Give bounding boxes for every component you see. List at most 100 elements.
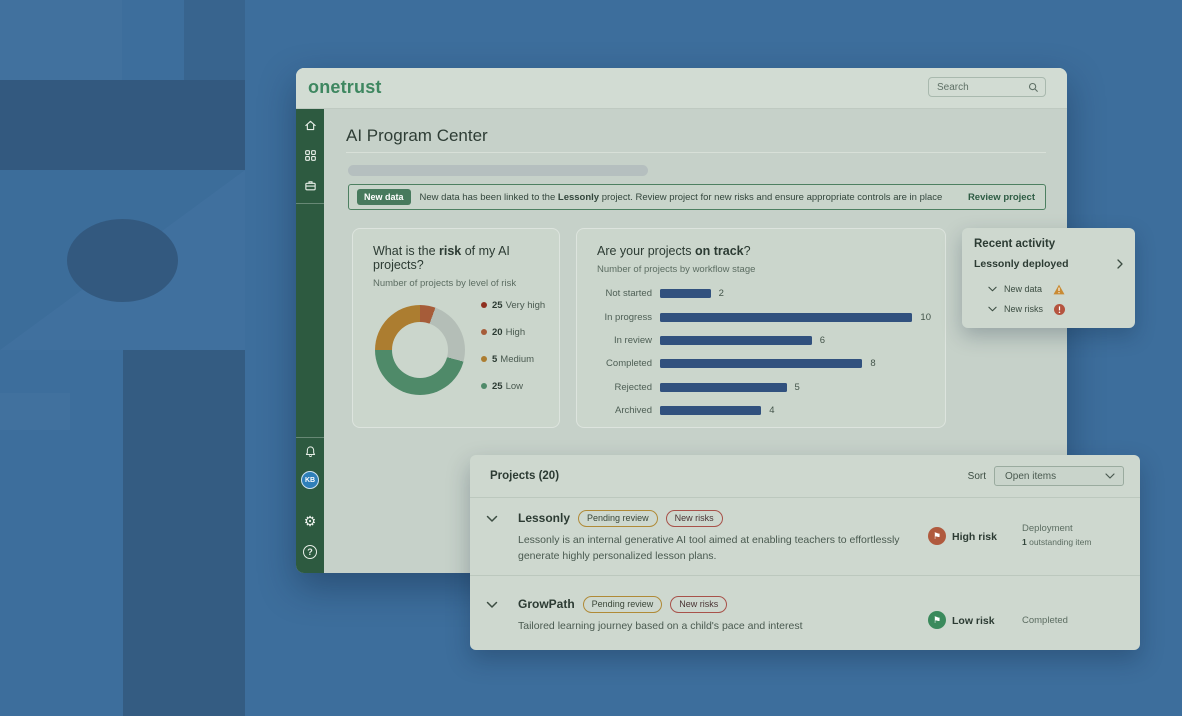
stage-block: Completed [1022, 615, 1068, 626]
banner-project-name: Lessonly [558, 192, 599, 203]
recent-activity-headline[interactable]: Lessonly deployed [974, 258, 1123, 270]
legend-item: 25Very high [481, 299, 545, 311]
risk-label: Low risk [952, 615, 995, 627]
recent-activity-title: Recent activity [974, 238, 1123, 250]
onetrust-logo: onetrust [308, 77, 382, 98]
loading-placeholder-bar [348, 165, 648, 176]
grid-icon [304, 149, 317, 162]
chevron-down-icon [988, 306, 997, 312]
track-chart-title: Are your projects on track? [597, 244, 925, 258]
bar-row: In progress10 [597, 305, 931, 328]
background-rect-dark [0, 80, 245, 170]
sort-dropdown[interactable]: Open items [994, 466, 1124, 486]
risk-legend: 25Very high 20High 5Medium 25Low [481, 299, 545, 407]
risk-chart-subtitle: Number of projects by level of risk [373, 278, 539, 289]
bar-row: In review6 [597, 329, 931, 352]
legend-item: 20High [481, 326, 545, 338]
chevron-down-icon [1105, 473, 1115, 479]
bar-row: Archived4 [597, 399, 931, 422]
bar-row: Completed8 [597, 352, 931, 375]
track-chart-card: Are your projects on track? Number of pr… [576, 228, 946, 428]
gear-icon: ⚙ [304, 514, 317, 528]
legend-item: 5Medium [481, 353, 545, 365]
stage-detail: 1 outstanding item [1022, 537, 1091, 547]
user-avatar[interactable]: KB [301, 471, 319, 489]
sidebar: KB ⚙ ? [296, 109, 324, 573]
bar [660, 336, 812, 345]
sidebar-item-settings[interactable]: ⚙ [296, 513, 324, 529]
project-description: Tailored learning journey based on a chi… [518, 618, 918, 634]
risk-legend-dot [481, 383, 487, 389]
background-ellipse [67, 219, 178, 302]
chevron-right-icon [1117, 259, 1123, 269]
project-description: Lessonly is an internal generative AI to… [518, 532, 918, 565]
risk-legend-dot [481, 302, 487, 308]
banner-badge: New data [357, 189, 411, 205]
sidebar-divider-top [296, 203, 324, 204]
sidebar-item-apps[interactable] [296, 147, 324, 163]
search-input[interactable] [937, 82, 1028, 93]
projects-title: Projects (20) [490, 470, 559, 482]
sidebar-item-projects[interactable] [296, 177, 324, 193]
high-risk-flag-icon: ⚑ [928, 527, 946, 545]
notification-banner: New data New data has been linked to the… [348, 184, 1046, 210]
status-badge-new-risks: New risks [666, 510, 723, 527]
expand-chevron-icon[interactable] [486, 515, 498, 523]
bar [660, 359, 862, 368]
avatar-initials: KB [305, 477, 315, 484]
background-band-dark [184, 0, 245, 80]
risk-legend-dot [481, 329, 487, 335]
risk-chart-card: What is the risk of my AI projects? Numb… [352, 228, 560, 428]
project-row-growpath: GrowPath Pending review New risks Tailored… [470, 575, 1140, 650]
project-row-lessonly: Lessonly Pending review New risks Lessonly… [470, 497, 1140, 575]
error-icon [1054, 304, 1065, 315]
projects-card: Projects (20) Sort Open items Lessonly Pe… [470, 455, 1140, 650]
track-bar-chart: Not started2 In progress10 In review6 Co… [597, 282, 931, 422]
title-divider [346, 152, 1046, 153]
stage-name: Completed [1022, 615, 1068, 626]
sidebar-divider-bottom [296, 437, 324, 438]
projects-header: Projects (20) Sort Open items [470, 455, 1140, 497]
background-column-dark [123, 350, 245, 716]
recent-activity-card: Recent activity Lessonly deployed New da… [962, 228, 1135, 328]
sidebar-item-help[interactable]: ? [296, 544, 324, 560]
sort-label: Sort [968, 471, 986, 482]
warning-icon [1053, 284, 1065, 295]
review-project-link[interactable]: Review project [968, 192, 1035, 203]
window-header: onetrust [296, 68, 1067, 109]
bar [660, 406, 761, 415]
banner-text: New data has been linked to the Lessonly… [420, 192, 943, 203]
status-badge-pending-review: Pending review [583, 596, 663, 613]
project-name: Lessonly [518, 511, 570, 525]
sidebar-item-notifications[interactable] [296, 444, 324, 460]
activity-item-new-data[interactable]: New data [988, 282, 1065, 296]
search-box[interactable] [928, 77, 1046, 97]
track-chart-subtitle: Number of projects by workflow stage [597, 264, 925, 275]
background-band-light [0, 0, 122, 80]
project-name: GrowPath [518, 597, 575, 611]
bar [660, 289, 711, 298]
risk-legend-dot [481, 356, 487, 362]
low-risk-flag-icon: ⚑ [928, 611, 946, 629]
stage-name: Deployment [1022, 523, 1091, 534]
risk-label: High risk [952, 531, 997, 543]
activity-item-new-risks[interactable]: New risks [988, 302, 1065, 316]
bar [660, 313, 912, 322]
legend-item: 25Low [481, 380, 545, 392]
status-badge-pending-review: Pending review [578, 510, 658, 527]
bar-row: Rejected5 [597, 376, 931, 399]
sidebar-item-home[interactable] [296, 117, 324, 133]
donut-hole [392, 322, 448, 378]
briefcase-icon [304, 179, 317, 192]
expand-chevron-icon[interactable] [486, 601, 498, 609]
search-icon [1028, 82, 1039, 93]
background-strip-light [0, 393, 70, 430]
risk-chart-title: What is the risk of my AI projects? [373, 244, 539, 272]
help-icon: ? [303, 545, 317, 559]
home-icon [304, 119, 317, 132]
status-badge-new-risks: New risks [670, 596, 727, 613]
bar [660, 383, 787, 392]
background-triangle-zone [0, 170, 245, 350]
risk-donut-chart [375, 305, 465, 395]
stage-block: Deployment 1 outstanding item [1022, 523, 1091, 547]
